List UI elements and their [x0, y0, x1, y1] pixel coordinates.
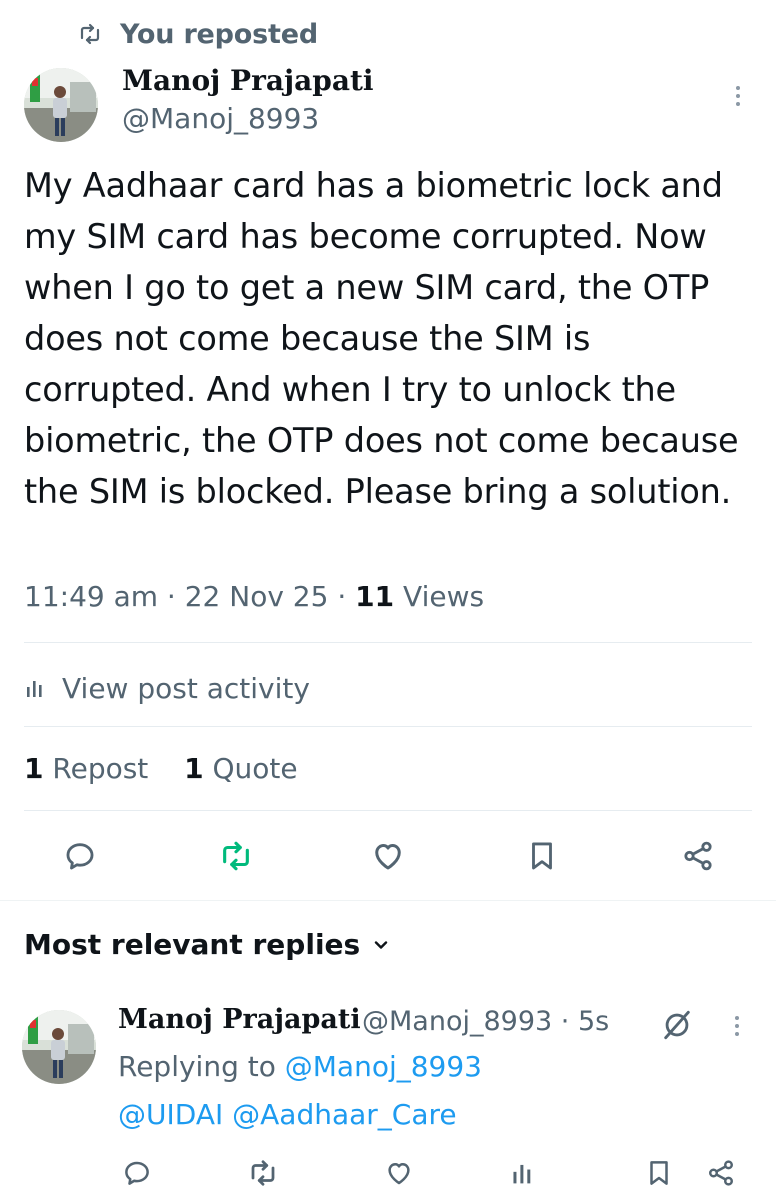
post-text: My Aadhaar card has a biometric lock and… [24, 166, 739, 511]
avatar-photo [24, 68, 98, 142]
reply-repost-button[interactable] [248, 1158, 278, 1188]
reply-author-handle[interactable]: @Manoj_8993 [362, 1006, 552, 1037]
reply-button[interactable] [56, 832, 104, 880]
reply-reply-button[interactable] [122, 1158, 152, 1188]
divider [24, 642, 752, 643]
repost-button[interactable] [212, 832, 260, 880]
views-label: Views [403, 580, 485, 613]
reply-avatar[interactable] [22, 1010, 96, 1084]
like-icon [375, 844, 401, 870]
reply-icon [66, 843, 94, 870]
share-icon [709, 1160, 733, 1186]
replies-sort-dropdown[interactable]: Most relevant replies [24, 928, 390, 961]
replying-to-label: Replying to [118, 1050, 276, 1083]
bookmark-icon [532, 842, 552, 870]
bookmark-button[interactable] [518, 832, 566, 880]
post-date[interactable]: 22 Nov 25 [185, 580, 329, 613]
post-meta: 11:49 am · 22 Nov 25 · 11 Views [24, 580, 485, 613]
reply-mentions: @UIDAI @Aadhaar_Care [118, 1098, 457, 1131]
reply-time[interactable]: 5s [578, 1006, 609, 1037]
reply-share-button[interactable] [706, 1158, 736, 1188]
share-button[interactable] [674, 832, 722, 880]
reply-bookmark-button[interactable] [644, 1158, 674, 1188]
repost-banner: You reposted [78, 14, 318, 54]
reposts-count-link[interactable]: 1 Repost [24, 752, 148, 785]
view-post-activity-label: View post activity [62, 671, 310, 705]
replying-to-handle[interactable]: @Manoj_8993 [285, 1050, 482, 1083]
repost-icon [251, 1160, 275, 1186]
bookmark-icon [650, 1161, 668, 1185]
mention-aadhaar-care[interactable]: @Aadhaar_Care [232, 1098, 457, 1131]
analytics-icon [24, 675, 50, 701]
quotes-count-link[interactable]: 1 Quote [184, 752, 298, 785]
mention-uidai[interactable]: @UIDAI [118, 1098, 223, 1131]
like-icon [388, 1163, 410, 1185]
divider [24, 726, 752, 727]
reply-icon [125, 1161, 149, 1185]
reply-like-button[interactable] [384, 1158, 414, 1188]
repost-icon [223, 841, 249, 871]
repost-icon [78, 22, 102, 46]
author-name[interactable]: Manoj Prajapati [122, 64, 374, 97]
reply-analytics-button[interactable] [510, 1158, 540, 1188]
avatar-photo [22, 1010, 96, 1084]
quotes-count: 1 [184, 752, 204, 785]
replies-heading: Most relevant replies [24, 928, 361, 961]
reposts-label: Repost [52, 752, 149, 785]
chevron-down-icon [372, 936, 390, 954]
author-handle[interactable]: @Manoj_8993 [122, 102, 319, 135]
reply-action-bar [118, 1154, 776, 1194]
engagement-counts: 1 Repost 1 Quote [24, 752, 298, 785]
avatar[interactable] [24, 68, 98, 142]
more-options-icon[interactable] [720, 84, 756, 112]
reply-handle-time: @Manoj_8993 · 5s [362, 1006, 610, 1037]
divider [24, 810, 752, 811]
section-divider [0, 900, 776, 901]
grok-icon[interactable] [660, 1008, 694, 1042]
reply-author-name[interactable]: Manoj Prajapati [118, 1004, 361, 1035]
reposts-count: 1 [24, 752, 44, 785]
analytics-icon [513, 1164, 531, 1184]
quotes-label: Quote [212, 752, 298, 785]
like-button[interactable] [364, 832, 412, 880]
share-icon [684, 841, 712, 871]
view-post-activity[interactable]: View post activity [24, 666, 310, 710]
reply-more-options-icon[interactable] [722, 1014, 752, 1042]
post-time[interactable]: 11:49 am [24, 580, 158, 613]
repost-banner-label: You reposted [120, 18, 318, 50]
views-count: 11 [355, 580, 395, 613]
replying-to: Replying to @Manoj_8993 [118, 1050, 482, 1083]
